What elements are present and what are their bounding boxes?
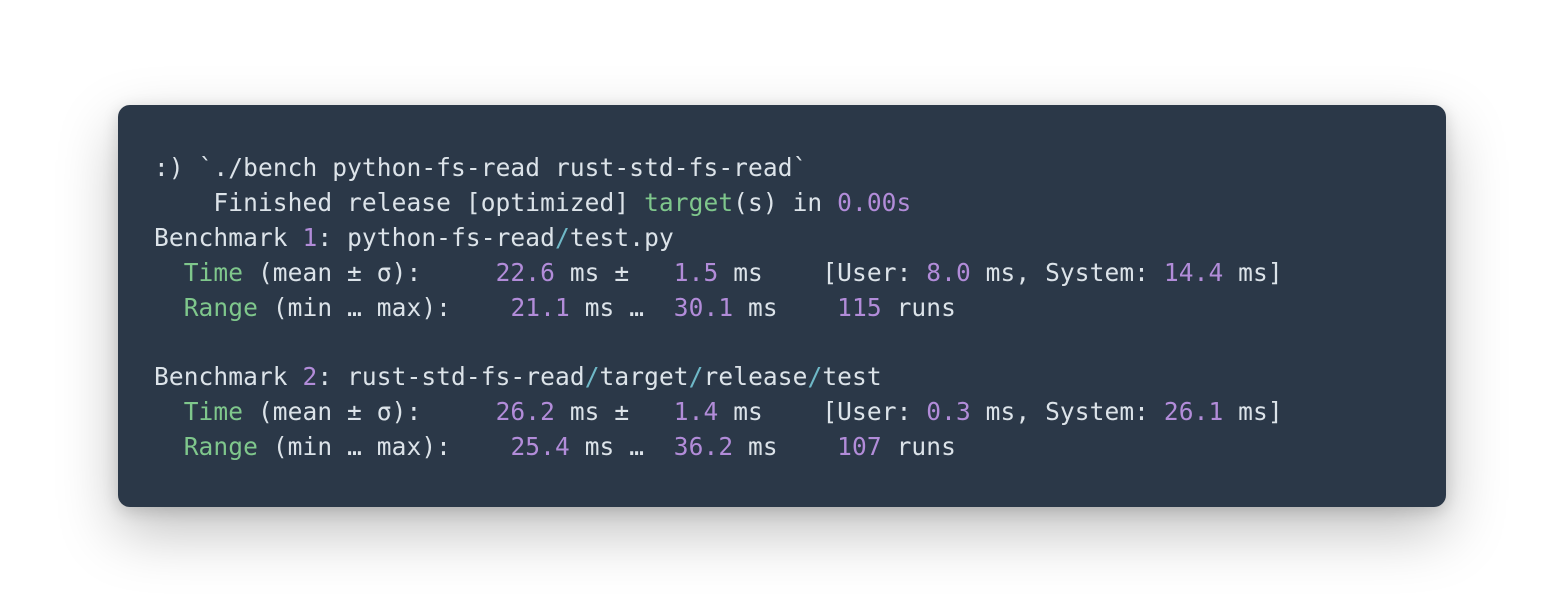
bench1-time-label: Time — [184, 258, 243, 287]
bench1-header-sep: : — [317, 223, 347, 252]
bench1-ms-pm: ms ± — [555, 258, 674, 287]
bench1-path-slash: / — [555, 223, 570, 252]
bench1-range-label: Range — [184, 293, 258, 322]
bench2-ms-close: ms] — [1223, 397, 1282, 426]
compile-duration: 0.00s — [837, 188, 911, 217]
bench2-time-label: Time — [184, 397, 243, 426]
bench2-header-prefix: Benchmark — [154, 362, 303, 391]
compile-target-word: target — [644, 188, 733, 217]
bench2-runs-word: runs — [882, 432, 956, 461]
bench2-ms-comma: ms, System: — [971, 397, 1164, 426]
terminal-output: :) `./bench python-fs-read rust-std-fs-r… — [118, 105, 1446, 506]
bench1-ms-gap2: ms — [733, 293, 837, 322]
bench2-max: 36.2 — [674, 432, 733, 461]
bench1-sys: 14.4 — [1164, 258, 1223, 287]
bench1-ms-gap: ms — [718, 258, 822, 287]
bench1-runs-word: runs — [882, 293, 956, 322]
compile-paren: (s) in — [733, 188, 837, 217]
bench2-ms-ell: ms … — [570, 432, 674, 461]
bench2-bracket-open: [User: — [822, 397, 926, 426]
bench1-runs: 115 — [837, 293, 882, 322]
bench2-path-seg1: rust-std-fs-read — [347, 362, 585, 391]
bench2-path-seg4: test — [822, 362, 881, 391]
bench2-path-slash1: / — [585, 362, 600, 391]
bench2-time-stat: (mean ± σ): — [243, 397, 495, 426]
bench1-user: 8.0 — [926, 258, 971, 287]
bench2-path-slash2: / — [689, 362, 704, 391]
bench2-mean: 26.2 — [496, 397, 555, 426]
bench1-path-seg2: test.py — [570, 223, 674, 252]
bench2-ms-gap: ms — [718, 397, 822, 426]
bench2-ms-gap2: ms — [733, 432, 837, 461]
bench1-range-stat: (min … max): — [258, 293, 510, 322]
bench1-max: 30.1 — [674, 293, 733, 322]
bench1-mean: 22.6 — [496, 258, 555, 287]
bench1-header-prefix: Benchmark — [154, 223, 303, 252]
bench1-min: 21.1 — [510, 293, 569, 322]
bench2-user: 0.3 — [926, 397, 971, 426]
bench2-path-seg3: release — [704, 362, 808, 391]
bench2-sigma: 1.4 — [674, 397, 719, 426]
bench1-ms-comma: ms, System: — [971, 258, 1164, 287]
bench1-sigma: 1.5 — [674, 258, 719, 287]
compile-prefix: Finished release [optimized] — [154, 188, 644, 217]
bench1-ms-close: ms] — [1223, 258, 1282, 287]
bench2-runs: 107 — [837, 432, 882, 461]
terminal-content: :) `./bench python-fs-read rust-std-fs-r… — [154, 151, 1410, 464]
bench2-path-slash3: / — [807, 362, 822, 391]
bench1-ms-ell: ms … — [570, 293, 674, 322]
bench2-path-seg2: target — [600, 362, 689, 391]
bench2-range-stat: (min … max): — [258, 432, 510, 461]
bench2-sys: 26.1 — [1164, 397, 1223, 426]
bench2-min: 25.4 — [510, 432, 569, 461]
bench1-path-seg1: python-fs-read — [347, 223, 555, 252]
bench2-header-sep: : — [317, 362, 347, 391]
command-text: `./bench python-fs-read rust-std-fs-read… — [199, 153, 808, 182]
bench2-ms-pm: ms ± — [555, 397, 674, 426]
bench2-header-num: 2 — [303, 362, 318, 391]
bench2-range-label: Range — [184, 432, 258, 461]
prompt: :) — [154, 153, 199, 182]
bench1-time-stat: (mean ± σ): — [243, 258, 495, 287]
bench1-bracket-open: [User: — [822, 258, 926, 287]
bench1-header-num: 1 — [303, 223, 318, 252]
